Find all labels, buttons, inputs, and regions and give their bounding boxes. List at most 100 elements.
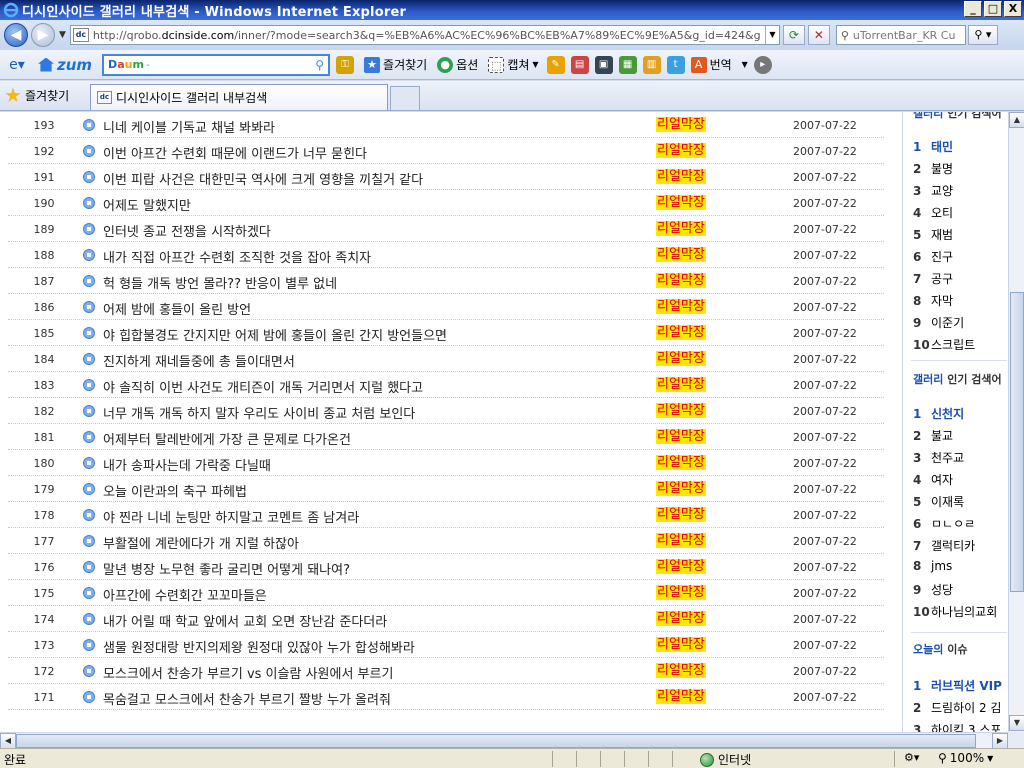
- post-writer[interactable]: 리얼막장: [656, 585, 706, 600]
- sidebar-rank-item[interactable]: 10하나님의교회: [913, 603, 997, 620]
- address-dropdown-icon[interactable]: ▼: [764, 26, 779, 44]
- rank-keyword[interactable]: 성당: [931, 583, 953, 597]
- post-writer[interactable]: 리얼막장: [656, 247, 706, 262]
- post-subject-link[interactable]: 어제부터 탈레반에게 가장 큰 문제로 다가온건: [103, 429, 351, 448]
- sidebar-rank-item[interactable]: 9 이준기: [913, 314, 964, 331]
- sidebar-rank-item[interactable]: 2 불교: [913, 427, 953, 444]
- post-writer[interactable]: 리얼막장: [656, 143, 706, 158]
- rank-keyword[interactable]: 공구: [931, 272, 953, 286]
- post-subject-link[interactable]: 니네 케이블 기독교 채널 봐봐라: [103, 117, 275, 136]
- post-subject-link[interactable]: 말년 병장 노무현 좋라 굴리면 어떻게 돼나여?: [103, 559, 350, 578]
- sidebar-rank-item[interactable]: 7 공구: [913, 270, 953, 287]
- address-url[interactable]: http://qrobo.dcinside.com/inner/?mode=se…: [93, 29, 761, 42]
- brush-icon[interactable]: ✎: [546, 55, 565, 74]
- sidebar-rank-item[interactable]: 8 자막: [913, 292, 953, 309]
- new-tab-button[interactable]: [390, 86, 420, 110]
- scroll-right-icon[interactable]: ▶: [992, 733, 1008, 749]
- horizontal-scroll-thumb[interactable]: [16, 734, 976, 748]
- sidebar-rank-item[interactable]: 10스크립트: [913, 336, 975, 353]
- post-writer[interactable]: 리얼막장: [656, 507, 706, 522]
- post-writer[interactable]: 리얼막장: [656, 663, 706, 678]
- sidebar-rank-item[interactable]: 3 교양: [913, 182, 953, 199]
- options-toolbar-button[interactable]: ● 옵션: [437, 56, 478, 73]
- post-subject-link[interactable]: 인터넷 종교 전쟁을 시작하겠다: [103, 221, 271, 240]
- sidebar-rank-item[interactable]: 4 여자: [913, 471, 953, 488]
- scroll-left-icon[interactable]: ◀: [0, 733, 16, 749]
- post-writer[interactable]: 리얼막장: [656, 429, 706, 444]
- post-writer[interactable]: 리얼막장: [656, 559, 706, 574]
- address-bar[interactable]: dc http://qrobo.dcinside.com/inner/?mode…: [69, 25, 780, 45]
- close-button[interactable]: X: [1004, 1, 1022, 17]
- back-button[interactable]: ◀: [4, 23, 28, 47]
- post-writer[interactable]: 리얼막장: [656, 299, 706, 314]
- sidebar-rank-item[interactable]: 6 진구: [913, 248, 953, 265]
- sidebar-rank-item[interactable]: 6 ㅁㄴㅇㄹ: [913, 515, 975, 532]
- sidebar-rank-item[interactable]: 2 불명: [913, 160, 953, 177]
- post-subject-link[interactable]: 야 찐라 니네 눈팅만 하지말고 코멘트 좀 남겨라: [103, 507, 359, 526]
- post-subject-link[interactable]: 샘물 원정대랑 반지의제왕 원정대 있잖아 누가 합성해봐라: [103, 637, 415, 656]
- post-writer[interactable]: 리얼막장: [656, 481, 706, 496]
- post-writer[interactable]: 리얼막장: [656, 637, 706, 652]
- memo-icon[interactable]: ▥: [642, 55, 661, 74]
- vertical-scroll-thumb[interactable]: [1010, 292, 1024, 592]
- rank-keyword[interactable]: 드림하이 2 김: [931, 701, 1001, 715]
- security-zone[interactable]: 인터넷: [700, 751, 751, 768]
- post-subject-link[interactable]: 이번 피랍 사건은 대한민국 역사에 크게 영향을 끼칠거 같다: [103, 169, 423, 188]
- favorites-button[interactable]: 즐겨찾기: [5, 87, 69, 104]
- ie-menu-icon[interactable]: e▾: [6, 55, 28, 75]
- zoom-dropdown-icon[interactable]: ▼: [987, 754, 993, 763]
- capture-toolbar-button[interactable]: ⬚ 캡쳐 ▼: [488, 56, 539, 73]
- post-subject-link[interactable]: 내가 송파사는데 가락중 다닐때: [103, 455, 271, 474]
- sidebar-rank-item[interactable]: 7 갤럭티카: [913, 537, 975, 554]
- stop-icon[interactable]: ✕: [807, 25, 830, 45]
- post-subject-link[interactable]: 진지하게 재네들중에 총 들이대면서: [103, 351, 295, 370]
- vertical-scrollbar[interactable]: ▲ ▼: [1008, 112, 1024, 732]
- post-subject-link[interactable]: 내가 직접 아프간 수련회 조직한 것을 잡아 족치자: [103, 247, 371, 266]
- post-writer[interactable]: 리얼막장: [656, 325, 706, 340]
- horizontal-scrollbar[interactable]: ◀ ▶: [0, 732, 1008, 749]
- zum-toolbar-button[interactable]: zum: [38, 56, 92, 74]
- protected-mode-icon[interactable]: ⚙▾: [904, 751, 919, 764]
- sidebar-rank-item[interactable]: 1 신천지: [913, 405, 964, 422]
- sidebar-rank-item[interactable]: 5 재범: [913, 226, 953, 243]
- rank-keyword[interactable]: 교양: [931, 184, 953, 198]
- sidebar-rank-item[interactable]: 4 오티: [913, 204, 953, 221]
- rank-keyword[interactable]: jms: [931, 559, 952, 573]
- rank-keyword[interactable]: 진구: [931, 250, 953, 264]
- rank-keyword[interactable]: 이준기: [931, 316, 964, 330]
- post-subject-link[interactable]: 아프간에 수련회간 꼬꼬마들은: [103, 585, 267, 604]
- post-writer[interactable]: 리얼막장: [656, 195, 706, 210]
- save-icon[interactable]: ▣: [594, 55, 613, 74]
- rank-keyword[interactable]: 스크립트: [931, 338, 975, 352]
- search-input[interactable]: ⚲ uTorrentBar_KR Cu: [835, 25, 966, 45]
- toolbar-settings-icon[interactable]: ▸: [753, 55, 772, 74]
- sidebar-rank-item[interactable]: 1 러브픽션 VIP: [913, 677, 1002, 694]
- daum-search-box[interactable]: Daum - ⚲: [102, 53, 331, 76]
- sidebar-rank-item[interactable]: 8 jms: [913, 559, 952, 573]
- maximize-button[interactable]: □: [984, 1, 1002, 17]
- scroll-down-icon[interactable]: ▼: [1009, 715, 1024, 731]
- rank-keyword[interactable]: 갤럭티카: [931, 539, 975, 553]
- rank-keyword[interactable]: 하이킥 3 스포: [931, 723, 1001, 732]
- post-writer[interactable]: 리얼막장: [656, 689, 706, 704]
- forward-button[interactable]: ▶: [31, 23, 55, 47]
- sidebar-rank-item[interactable]: 9 성당: [913, 581, 953, 598]
- rank-keyword[interactable]: 불명: [931, 162, 953, 176]
- post-writer[interactable]: 리얼막장: [656, 169, 706, 184]
- translate-toolbar-button[interactable]: A 번역: [690, 56, 732, 73]
- post-writer[interactable]: 리얼막장: [656, 403, 706, 418]
- book-icon[interactable]: ▤: [570, 55, 589, 74]
- post-subject-link[interactable]: 목숨걸고 모스크에서 찬송가 부르기 짤방 누가 올려줘: [103, 689, 391, 708]
- zoom-control[interactable]: ⚲ 100% ▼: [938, 751, 993, 765]
- rank-keyword[interactable]: 하나님의교회: [931, 605, 997, 619]
- rank-keyword[interactable]: 재범: [931, 228, 953, 242]
- favorites-toolbar-button[interactable]: ★ 즐겨찾기: [364, 56, 427, 73]
- post-subject-link[interactable]: 내가 어릴 때 학교 앞에서 교회 오면 장난감 준다더라: [103, 611, 387, 630]
- post-writer[interactable]: 리얼막장: [656, 611, 706, 626]
- post-writer[interactable]: 리얼막장: [656, 273, 706, 288]
- post-writer[interactable]: 리얼막장: [656, 117, 706, 132]
- daum-search-icon[interactable]: ⚲: [315, 58, 324, 72]
- post-writer[interactable]: 리얼막장: [656, 455, 706, 470]
- rank-keyword[interactable]: 태민: [931, 140, 953, 154]
- post-subject-link[interactable]: 어제 밤에 홍들이 올린 방언: [103, 299, 251, 318]
